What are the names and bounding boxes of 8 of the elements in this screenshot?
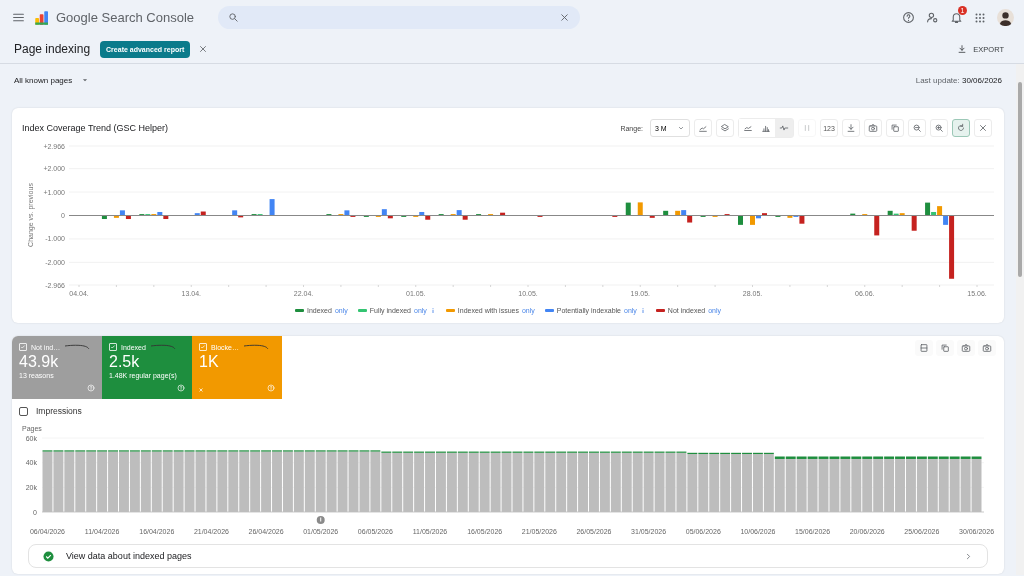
metric-value: 43.9k: [19, 353, 60, 371]
chart-title: Index Coverage Trend (GSC Helper): [22, 123, 169, 133]
product-name: Google Search Console: [56, 10, 195, 25]
page-title: Page indexing: [14, 42, 91, 56]
metric-value: 1K: [199, 353, 220, 371]
details-label: View data about indexed pages: [66, 551, 193, 561]
last-update-text: Last update: 30/06/2026: [915, 75, 1002, 85]
metric-value: 2.5k: [109, 353, 141, 371]
